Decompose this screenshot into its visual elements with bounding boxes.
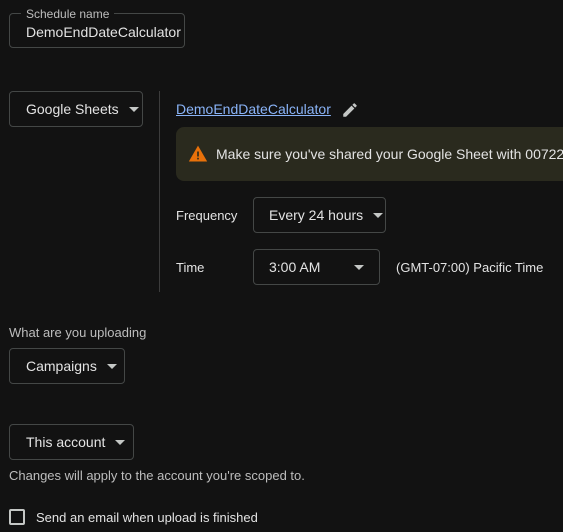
frequency-value: Every 24 hours bbox=[269, 207, 364, 223]
chevron-down-icon bbox=[128, 106, 139, 112]
upload-type-dropdown[interactable]: Campaigns bbox=[9, 348, 125, 384]
upload-type-value: Campaigns bbox=[26, 358, 97, 374]
source-dropdown[interactable]: Google Sheets bbox=[9, 91, 143, 127]
pencil-icon[interactable] bbox=[341, 101, 359, 119]
warning-triangle-icon bbox=[188, 144, 208, 164]
timezone-text: (GMT-07:00) Pacific Time bbox=[396, 260, 544, 275]
email-checkbox-row[interactable]: Send an email when upload is finished bbox=[9, 509, 258, 525]
chevron-down-icon bbox=[354, 264, 364, 270]
frequency-label: Frequency bbox=[176, 208, 238, 223]
share-warning-banner: Make sure you've shared your Google Shee… bbox=[176, 127, 563, 181]
time-dropdown[interactable]: 3:00 AM bbox=[253, 249, 380, 285]
warning-text: Make sure you've shared your Google Shee… bbox=[216, 146, 563, 162]
sheet-link[interactable]: DemoEndDateCalculator bbox=[176, 101, 331, 117]
chevron-down-icon bbox=[106, 363, 117, 369]
chevron-down-icon bbox=[115, 439, 126, 445]
schedule-name-legend: Schedule name bbox=[21, 7, 115, 21]
email-checkbox-label: Send an email when upload is finished bbox=[36, 509, 258, 525]
time-value: 3:00 AM bbox=[269, 259, 321, 275]
account-value: This account bbox=[26, 434, 106, 450]
account-helper-text: Changes will apply to the account you're… bbox=[9, 468, 305, 483]
time-label: Time bbox=[176, 260, 205, 275]
section-divider bbox=[159, 91, 160, 292]
email-checkbox[interactable] bbox=[9, 509, 25, 525]
frequency-dropdown[interactable]: Every 24 hours bbox=[253, 197, 386, 233]
upload-label: What are you uploading bbox=[9, 325, 147, 340]
schedule-name-field[interactable]: Schedule name DemoEndDateCalculator bbox=[9, 7, 185, 48]
chevron-down-icon bbox=[373, 212, 384, 218]
schedule-name-value: DemoEndDateCalculator bbox=[26, 24, 181, 40]
source-dropdown-label: Google Sheets bbox=[26, 101, 119, 117]
account-dropdown[interactable]: This account bbox=[9, 424, 134, 460]
